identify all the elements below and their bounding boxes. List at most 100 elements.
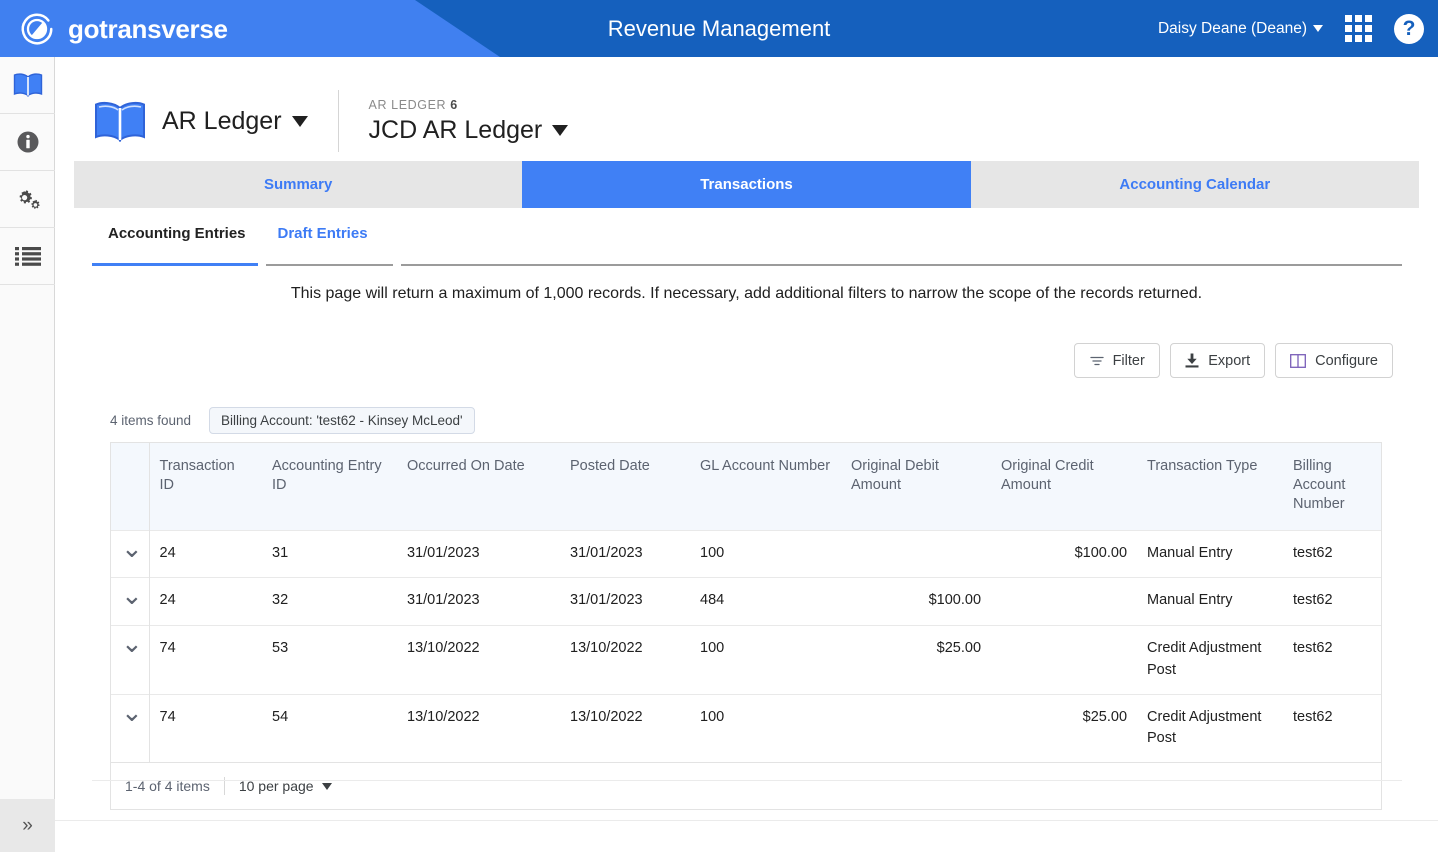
accounting-entries-table: Transaction ID Accounting Entry ID Occur…	[110, 442, 1382, 811]
top-header-bar: gotransverse Revenue Management Daisy De…	[0, 0, 1438, 57]
ledger-kicker: AR LEDGER 6	[369, 98, 569, 112]
column-header-occurred-on-date[interactable]: Occurred On Date	[397, 443, 561, 531]
cell-original-debit-amount	[841, 529, 992, 578]
column-header-gl-account-number[interactable]: GL Account Number	[690, 443, 842, 531]
subtab-underline	[92, 263, 1402, 266]
cell-occurred-on-date: 13/10/2022	[397, 693, 561, 763]
filter-icon	[1089, 356, 1104, 365]
row-expander[interactable]: ⌄	[111, 693, 150, 763]
ledger-header: AR Ledger AR LEDGER 6 JCD AR Ledger	[92, 85, 569, 157]
table-row[interactable]: ⌄ 74 54 13/10/2022 13/10/2022 100 $25.00…	[111, 693, 1381, 763]
chevron-down-icon: ⌄	[121, 532, 143, 563]
chevron-down-icon: ⌄	[121, 696, 143, 727]
subtab-accounting-entries[interactable]: Accounting Entries	[92, 225, 262, 252]
brand-logo-area[interactable]: gotransverse	[18, 9, 228, 49]
ledger-info: AR LEDGER 6 JCD AR Ledger	[369, 98, 569, 145]
table-row[interactable]: ⌄ 24 31 31/01/2023 31/01/2023 100 $100.0…	[111, 529, 1381, 578]
sidebar-expand-button[interactable]: »	[0, 799, 55, 852]
cell-original-debit-amount: $100.00	[841, 577, 992, 626]
ledger-type-selector[interactable]: AR Ledger	[162, 107, 308, 136]
filter-chip-billing-account[interactable]: Billing Account: 'test62 - Kinsey McLeod…	[209, 407, 475, 434]
footer-divider-top	[92, 780, 1402, 781]
cell-transaction-type: Manual Entry	[1137, 529, 1284, 578]
column-header-original-credit-amount[interactable]: Original Credit Amount	[991, 443, 1138, 531]
table-header-row: Transaction ID Accounting Entry ID Occur…	[111, 443, 1381, 531]
cell-original-credit-amount: $25.00	[991, 693, 1138, 763]
table-row[interactable]: ⌄ 24 32 31/01/2023 31/01/2023 484 $100.0…	[111, 577, 1381, 626]
apps-grid-icon[interactable]	[1345, 15, 1372, 42]
cell-accounting-entry-id: 54	[262, 693, 397, 763]
cell-gl-account-number: 100	[690, 529, 842, 578]
open-book-icon	[95, 101, 145, 143]
cell-billing-account-number: test62	[1283, 529, 1381, 578]
gotransverse-logo-icon	[21, 13, 53, 45]
cell-transaction-type: Credit Adjustment Post	[1137, 625, 1284, 695]
cell-transaction-id: 24	[149, 577, 262, 626]
header-right-controls: Daisy Deane (Deane) ?	[1158, 0, 1424, 57]
export-button-label: Export	[1208, 352, 1251, 369]
download-icon	[1185, 353, 1199, 368]
records-limit-notice: This page will return a maximum of 1,000…	[290, 285, 1203, 302]
sub-tab-strip: Accounting Entries Draft Entries	[92, 225, 1402, 273]
cell-original-credit-amount: $100.00	[991, 529, 1138, 578]
info-circle-icon	[17, 131, 38, 153]
sidebar-item-list[interactable]	[0, 228, 55, 285]
cell-original-debit-amount: $25.00	[841, 625, 992, 695]
cell-transaction-id: 24	[149, 529, 262, 578]
table-pagination: 1-4 of 4 items 10 per page	[111, 762, 1381, 810]
results-meta: 4 items found Billing Account: 'test62 -…	[110, 407, 475, 434]
chevron-down-icon	[1313, 25, 1323, 32]
divider	[337, 90, 339, 152]
sidebar-item-settings[interactable]	[0, 171, 55, 228]
cell-gl-account-number: 100	[690, 693, 842, 763]
open-book-icon	[13, 73, 42, 97]
cell-occurred-on-date: 31/01/2023	[397, 529, 561, 578]
cell-billing-account-number: test62	[1283, 693, 1381, 763]
filter-button[interactable]: Filter	[1074, 343, 1161, 378]
list-icon	[14, 247, 41, 266]
table-row[interactable]: ⌄ 74 53 13/10/2022 13/10/2022 100 $25.00…	[111, 625, 1381, 695]
cell-gl-account-number: 484	[690, 577, 842, 626]
export-button[interactable]: Export	[1170, 343, 1266, 378]
cell-transaction-id: 74	[149, 625, 262, 695]
ledger-name-selector[interactable]: JCD AR Ledger	[369, 116, 569, 145]
main-content: AR Ledger AR LEDGER 6 JCD AR Ledger Summ…	[55, 57, 1438, 852]
user-menu[interactable]: Daisy Deane (Deane)	[1158, 20, 1323, 38]
cell-transaction-type: Manual Entry	[1137, 577, 1284, 626]
sidebar-item-info[interactable]	[0, 114, 55, 171]
cell-posted-date: 31/01/2023	[560, 529, 691, 578]
cell-original-debit-amount	[841, 693, 992, 763]
column-header-transaction-type[interactable]: Transaction Type	[1137, 443, 1284, 531]
tab-accounting-calendar[interactable]: Accounting Calendar	[971, 161, 1419, 208]
row-expander[interactable]: ⌄	[111, 577, 150, 626]
chevron-down-icon	[291, 115, 308, 127]
configure-button[interactable]: Configure	[1275, 343, 1393, 378]
tab-transactions[interactable]: Transactions	[522, 161, 971, 208]
ledger-name-label: JCD AR Ledger	[368, 115, 543, 144]
configure-button-label: Configure	[1315, 352, 1378, 369]
help-circle-icon[interactable]: ?	[1394, 13, 1424, 44]
column-header-accounting-entry-id[interactable]: Accounting Entry ID	[262, 443, 397, 531]
cell-transaction-id: 74	[149, 693, 262, 763]
sidebar-item-ledger[interactable]	[0, 57, 55, 114]
row-expander[interactable]: ⌄	[111, 625, 150, 695]
column-header-expander	[111, 443, 150, 531]
column-header-transaction-id[interactable]: Transaction ID	[149, 443, 262, 531]
tab-summary[interactable]: Summary	[74, 161, 522, 208]
gears-icon	[19, 190, 40, 209]
double-chevron-right-icon: »	[22, 814, 33, 836]
cell-accounting-entry-id: 53	[262, 625, 397, 695]
chevron-down-icon	[552, 124, 569, 136]
cell-accounting-entry-id: 31	[262, 529, 397, 578]
column-header-original-debit-amount[interactable]: Original Debit Amount	[841, 443, 992, 531]
filter-button-label: Filter	[1112, 352, 1145, 369]
column-header-billing-account-number[interactable]: Billing Account Number	[1283, 443, 1381, 531]
ledger-type-label: AR Ledger	[162, 106, 282, 135]
subtab-draft-entries[interactable]: Draft Entries	[262, 225, 384, 252]
subtab-rest-line-1	[266, 264, 393, 266]
user-name: Daisy Deane (Deane)	[1157, 19, 1307, 37]
row-expander[interactable]: ⌄	[111, 529, 150, 578]
footer-divider-bottom	[55, 820, 1438, 821]
column-header-posted-date[interactable]: Posted Date	[560, 443, 691, 531]
table-body: ⌄ 24 31 31/01/2023 31/01/2023 100 $100.0…	[111, 529, 1381, 763]
